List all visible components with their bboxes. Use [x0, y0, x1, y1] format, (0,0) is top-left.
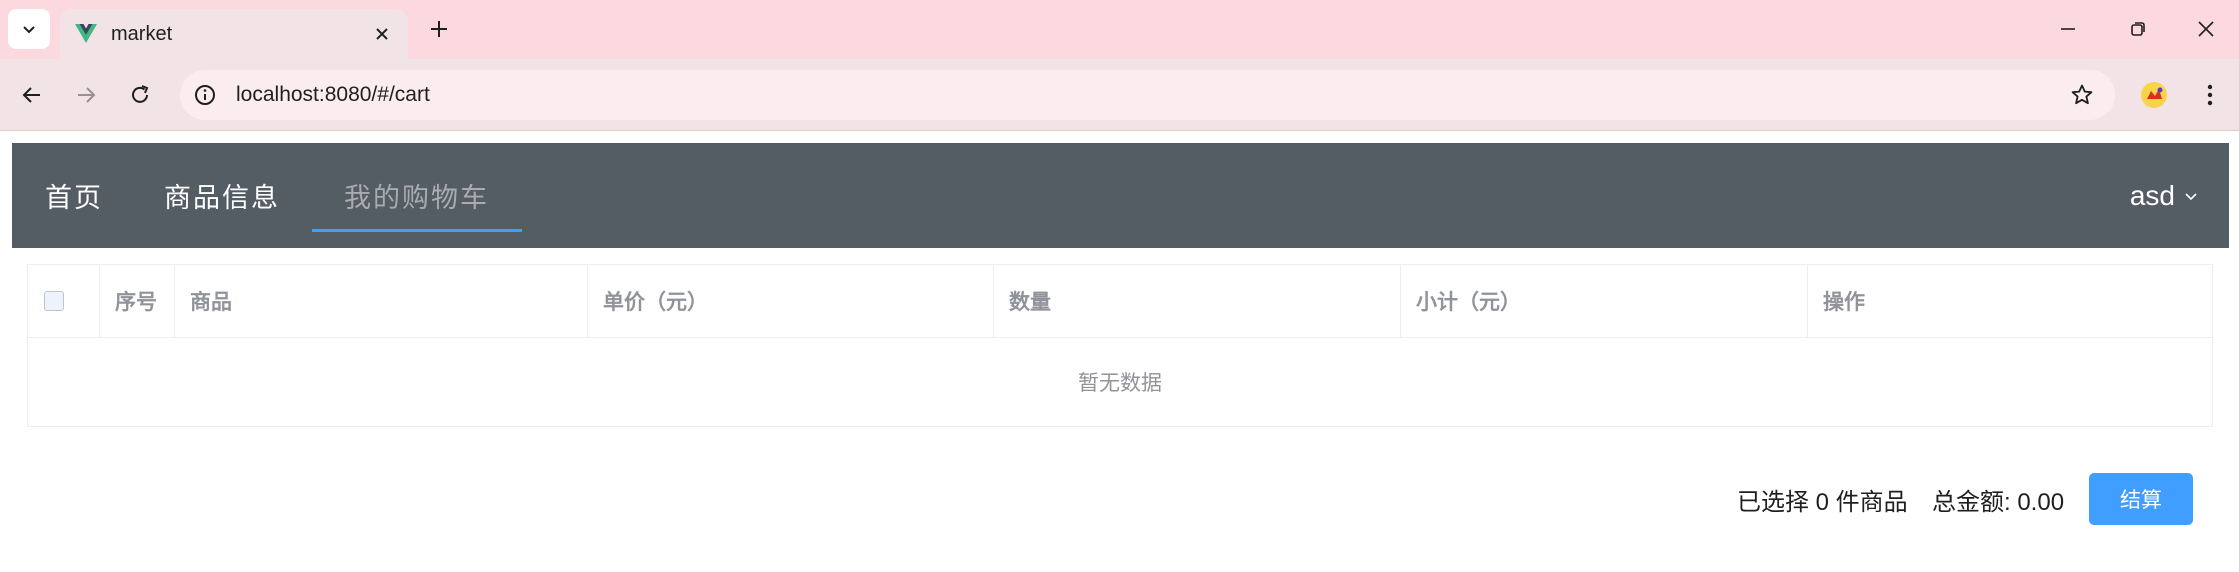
- user-menu[interactable]: asd: [2130, 143, 2199, 248]
- vue-logo-icon: [74, 22, 98, 46]
- nav-item-label: 我的购物车: [344, 183, 489, 214]
- username: asd: [2129, 179, 2175, 211]
- bookmark-star-icon[interactable]: [2069, 82, 2095, 108]
- selected-count: 已选择 0 件商品: [1737, 488, 1908, 516]
- back-arrow-icon[interactable]: [14, 77, 50, 113]
- minimize-icon[interactable]: [2052, 13, 2084, 45]
- browser-tab-strip: market: [0, 0, 2239, 59]
- select-all-cell: [28, 265, 100, 337]
- total-amount: 总金额: 0.00: [1932, 488, 2065, 516]
- nav-item-cart[interactable]: 我的购物车: [344, 143, 489, 248]
- empty-state-text: 暂无数据: [1078, 372, 1162, 395]
- window-close-icon[interactable]: [2190, 13, 2222, 45]
- nav-item-label: 首页: [45, 183, 103, 214]
- column-header: 小计（元）: [1401, 265, 1808, 337]
- select-all-checkbox[interactable]: [44, 291, 64, 311]
- restore-icon[interactable]: [2122, 13, 2154, 45]
- table-header: 序号 商品 单价（元） 数量 小计（元） 操作: [28, 265, 2212, 338]
- browser-toolbar: localhost:8080/#/cart: [0, 59, 2239, 131]
- reload-icon[interactable]: [122, 77, 158, 113]
- new-tab-plus-icon[interactable]: [424, 14, 454, 44]
- column-header: 操作: [1823, 291, 1865, 314]
- column-header: 商品: [175, 265, 588, 337]
- nav-item-home[interactable]: 首页: [45, 143, 103, 248]
- column-header: 单价（元）: [588, 265, 994, 337]
- active-nav-underline: [312, 229, 522, 232]
- nav-item-products[interactable]: 商品信息: [164, 143, 280, 248]
- forward-arrow-icon[interactable]: [68, 77, 104, 113]
- extension-icon[interactable]: [2136, 77, 2172, 113]
- column-header: 数量: [994, 265, 1401, 337]
- chevron-down-icon: [2183, 188, 2199, 204]
- checkout-button[interactable]: 结算: [2089, 473, 2193, 525]
- browser-tab[interactable]: market: [60, 9, 408, 59]
- close-tab-icon[interactable]: [370, 22, 394, 46]
- cart-table: 序号 商品 单价（元） 数量 小计（元） 操作 暂无数据: [27, 264, 2213, 427]
- app-nav-bar: 首页 商品信息 我的购物车 asd: [12, 143, 2229, 248]
- chevron-down-icon: [23, 26, 35, 34]
- nav-item-label: 商品信息: [164, 183, 280, 214]
- tab-search-button[interactable]: [8, 9, 50, 49]
- address-bar[interactable]: localhost:8080/#/cart: [180, 70, 2115, 120]
- site-info-icon[interactable]: [193, 83, 217, 107]
- more-menu-icon[interactable]: [2192, 77, 2228, 113]
- url-text: localhost:8080/#/cart: [236, 83, 430, 106]
- column-header: 序号: [100, 265, 175, 337]
- tab-title: market: [111, 22, 173, 45]
